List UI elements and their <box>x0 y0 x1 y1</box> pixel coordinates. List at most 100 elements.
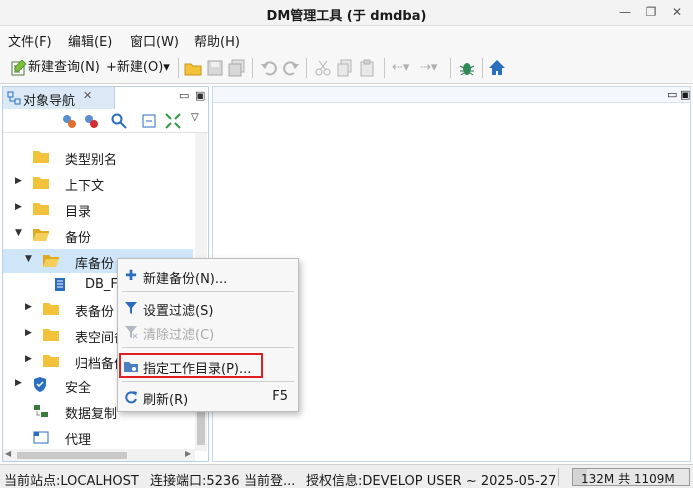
home-icon[interactable] <box>488 59 506 77</box>
tree-label: 数据复制 <box>65 407 118 422</box>
folder-icon <box>43 355 59 367</box>
restore-icon[interactable]: ❐ <box>640 3 662 21</box>
toolbar-separator <box>450 58 451 78</box>
scrollbar-thumb[interactable] <box>197 409 205 445</box>
menu-item-label: 新建备份(N)... <box>143 272 228 287</box>
tree-label: 代理 <box>65 433 92 448</box>
navigator-toolbar: ▽ <box>3 109 208 133</box>
menu-item-label: 清除过滤(C) <box>143 328 215 343</box>
back-icon[interactable]: ⇠▾ <box>392 58 409 78</box>
maximize-panel-icon[interactable]: ▣ <box>195 89 205 102</box>
backup-file-icon <box>55 278 65 291</box>
cut-icon[interactable] <box>314 59 332 77</box>
tree-label: 上下文 <box>65 179 105 194</box>
scroll-right-icon[interactable]: ▶ <box>185 449 191 458</box>
minimize-icon[interactable]: — <box>614 3 636 21</box>
folder-icon <box>43 303 59 315</box>
paste-icon[interactable] <box>358 59 376 77</box>
collapse-all-icon[interactable] <box>141 113 157 129</box>
expand-arrow-icon[interactable]: ▶ <box>15 202 22 212</box>
debug-bug-icon[interactable] <box>458 59 476 77</box>
save-icon[interactable] <box>206 59 224 77</box>
close-icon[interactable]: ✕ <box>666 3 688 21</box>
close-tab-icon[interactable]: ✕ <box>83 89 92 102</box>
scroll-left-icon[interactable]: ◀ <box>5 449 11 458</box>
folder-icon <box>33 203 49 215</box>
memory-text: 132M 共 1109M <box>581 472 675 486</box>
menu-item-refresh[interactable]: 刷新(R) F5 <box>118 386 298 408</box>
forward-icon[interactable]: ⇢▾ <box>420 58 437 78</box>
tree-item-agent[interactable]: 代理 <box>3 425 193 449</box>
expand-arrow-icon[interactable]: ▶ <box>25 328 32 338</box>
window-title: DM管理工具 (于 dmdba) <box>266 9 427 24</box>
tree-label: 备份 <box>65 231 92 246</box>
scrollbar-thumb[interactable] <box>17 452 127 459</box>
redo-icon[interactable] <box>282 59 300 77</box>
tab-label: 对象导航 <box>23 94 76 109</box>
tree-item-directory[interactable]: ▶ 目录 <box>3 197 193 221</box>
search-icon[interactable] <box>111 113 127 129</box>
menu-help[interactable]: 帮助(H) <box>194 31 240 50</box>
folder-icon <box>43 329 59 341</box>
collapse-arrow-icon[interactable]: ▼ <box>15 228 22 238</box>
filter-icon <box>125 302 137 314</box>
menu-edit[interactable]: 编辑(E) <box>68 31 112 50</box>
status-separator <box>558 468 559 486</box>
open-folder-icon <box>33 229 49 241</box>
toolbar-separator <box>306 58 307 78</box>
view-menu-icon[interactable]: ▽ <box>191 112 199 123</box>
status-login: 当前登... <box>244 474 296 488</box>
tree-item-type-alias[interactable]: 类型别名 <box>3 145 193 169</box>
menu-separator <box>122 347 294 348</box>
menu-window[interactable]: 窗口(W) <box>130 31 179 50</box>
tree-item-context[interactable]: ▶ 上下文 <box>3 171 193 195</box>
new-button[interactable]: +新建(O)▾ <box>106 58 170 78</box>
tree-label: 安全 <box>65 381 92 396</box>
new-query-button[interactable]: 新建查询(N) <box>28 58 100 78</box>
context-menu: ✚ 新建备份(N)... 设置过滤(S) 清除过滤(C) 指定工作目录(P)..… <box>117 258 299 412</box>
collapse-arrow-icon[interactable]: ▼ <box>25 254 32 264</box>
toolbar-separator <box>178 58 179 78</box>
expand-arrow-icon[interactable]: ▶ <box>25 302 32 312</box>
shield-icon <box>34 377 46 392</box>
toolbar: 新建查询(N) +新建(O)▾ ⇠▾ ⇢▾ <box>0 52 693 84</box>
menu-file[interactable]: 文件(F) <box>8 31 52 50</box>
menu-bar: 文件(F) 编辑(E) 窗口(W) 帮助(H) <box>0 26 693 52</box>
open-folder-icon <box>43 255 59 267</box>
disconnect-icon[interactable] <box>83 113 99 129</box>
refresh-icon <box>125 391 137 404</box>
folder-icon <box>33 177 49 189</box>
memory-indicator[interactable]: 132M 共 1109M <box>572 468 690 486</box>
toolbar-separator <box>482 58 483 78</box>
minimize-panel-icon[interactable]: ▭ <box>179 89 189 102</box>
save-all-icon[interactable] <box>228 59 246 77</box>
tree-label: 目录 <box>65 205 92 220</box>
menu-item-shortcut: F5 <box>272 389 288 404</box>
tree-item-backup[interactable]: ▼ 备份 <box>3 223 193 247</box>
expand-arrow-icon[interactable]: ▶ <box>25 354 32 364</box>
menu-item-set-filter[interactable]: 设置过滤(S) <box>118 297 298 319</box>
undo-icon[interactable] <box>260 59 278 77</box>
menu-item-new-backup[interactable]: ✚ 新建备份(N)... <box>118 265 298 287</box>
status-site: 当前站点:LOCALHOST <box>4 474 139 488</box>
minimize-panel-icon[interactable]: ▭ <box>667 88 677 101</box>
tree-horizontal-scrollbar[interactable]: ◀ ▶ <box>3 449 195 461</box>
replication-icon <box>34 405 48 417</box>
connect-icon[interactable] <box>61 113 77 129</box>
tab-object-navigator[interactable]: 对象导航 ✕ <box>3 87 115 109</box>
status-bar: 当前站点:LOCALHOST 连接端口:5236 当前登... 授权信息:DEV… <box>0 464 693 488</box>
maximize-panel-icon[interactable]: ▣ <box>680 88 690 101</box>
menu-item-label: 刷新(R) <box>143 393 189 408</box>
agent-icon <box>33 431 49 444</box>
clear-filter-icon <box>125 326 138 339</box>
expand-arrow-icon[interactable]: ▶ <box>15 378 22 388</box>
status-port: 连接端口:5236 <box>150 474 240 488</box>
editor-header: ▭ ▣ <box>213 87 690 103</box>
navigator-icon <box>7 91 21 105</box>
menu-item-clear-filter[interactable]: 清除过滤(C) <box>118 321 298 343</box>
status-license: 授权信息:DEVELOP USER ~ 2025-05-27 <box>306 474 557 488</box>
open-folder-icon[interactable] <box>184 59 202 77</box>
expand-icon[interactable] <box>165 113 181 129</box>
expand-arrow-icon[interactable]: ▶ <box>15 176 22 186</box>
copy-icon[interactable] <box>336 59 354 77</box>
